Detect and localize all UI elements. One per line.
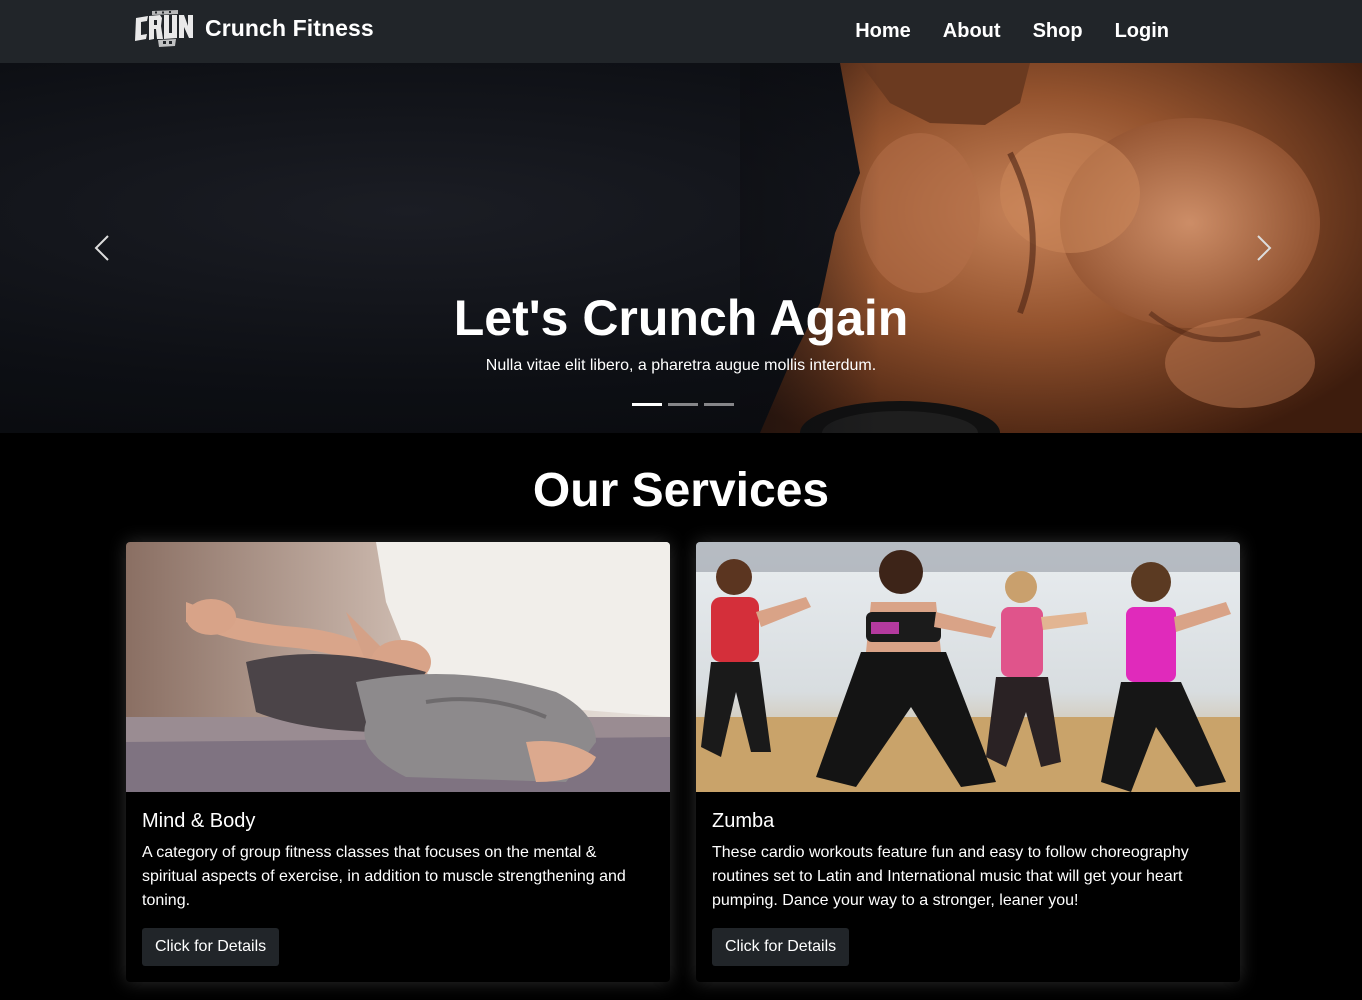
nav-link-shop[interactable]: Shop (1033, 18, 1083, 44)
hero-title: Let's Crunch Again (453, 290, 909, 346)
carousel-indicators (632, 403, 740, 406)
services-heading: Our Services (532, 464, 830, 517)
chevron-right-icon (1257, 235, 1272, 261)
carousel-next-button[interactable] (1244, 223, 1284, 273)
details-button[interactable]: Click for Details (712, 928, 850, 966)
navbar: Crunch Fitness Home About Shop Login (0, 0, 1362, 63)
brand[interactable]: Crunch Fitness (132, 8, 374, 48)
hero-image (740, 63, 1362, 433)
card-text: A category of group fitness classes that… (142, 844, 626, 909)
hero-carousel: Let's Crunch Again Nulla vitae elit libe… (0, 63, 1362, 433)
carousel-indicator-2[interactable] (668, 403, 698, 406)
carousel-indicator-1[interactable] (632, 403, 662, 406)
service-card-zumba: Zumba These cardio workouts feature fun … (696, 542, 1240, 982)
card-text: These cardio workouts feature fun and ea… (712, 844, 1189, 909)
card-title: Mind & Body (142, 810, 256, 832)
main-nav: Home About Shop Login (823, 18, 1169, 44)
brand-name: Crunch Fitness (205, 14, 374, 41)
details-button[interactable]: Click for Details (142, 928, 280, 966)
crunch-logo (135, 10, 193, 47)
carousel-indicator-3[interactable] (704, 403, 734, 406)
service-card-mind-body: Mind & Body A category of group fitness … (126, 542, 670, 982)
nav-link-home[interactable]: Home (855, 18, 911, 44)
nav-link-login[interactable]: Login (1115, 18, 1169, 44)
yoga-image (126, 542, 670, 792)
zumba-image (696, 542, 1240, 792)
nav-link-about[interactable]: About (943, 18, 1001, 44)
carousel-prev-button[interactable] (82, 223, 122, 273)
card-title: Zumba (712, 810, 775, 832)
chevron-left-icon (94, 235, 109, 261)
hero-subtitle: Nulla vitae elit libero, a pharetra augu… (485, 357, 877, 374)
